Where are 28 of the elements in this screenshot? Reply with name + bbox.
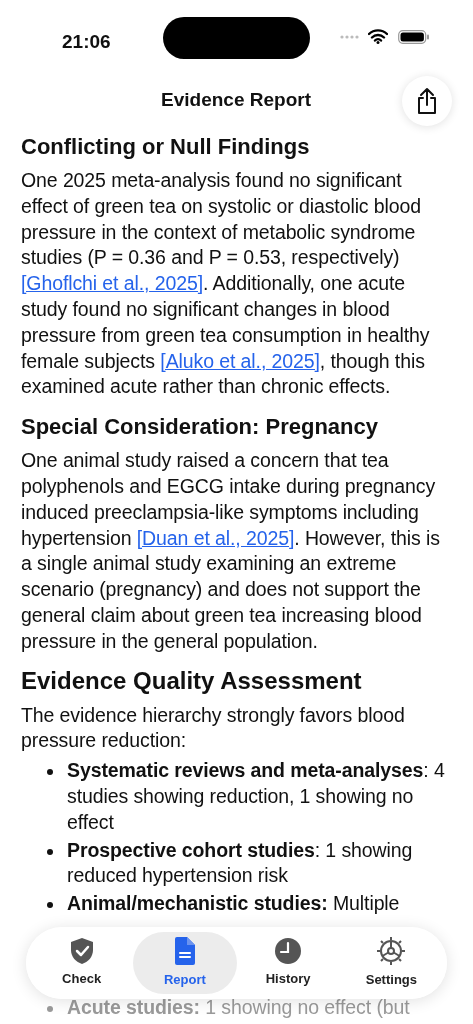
signal-dots-icon: [340, 34, 360, 40]
body-paragraph: One animal study raised a concern that tea polyphenols and EGCG intake during pregnancy induced preeclampsia-like symptoms including hypertension [Duan et al., 2025]. However, this is a single animal study examining an extreme scenario (pregnancy) and does not support the general claim about green tea increasing blood pressure in the general population.: [21, 448, 441, 654]
citation-link[interactable]: [Duan et al., 2025]: [136, 526, 295, 549]
tab-item[interactable]: Check: [30, 932, 134, 994]
citation-link[interactable]: [Ghoflchi et al., 2025]: [21, 272, 203, 295]
bullet-text: Acute studies: 1 showing no effect (but: [67, 995, 410, 1018]
battery-icon: [398, 30, 430, 44]
share-icon: [416, 87, 438, 115]
wifi-icon: [368, 29, 388, 44]
clock-icon: [274, 937, 303, 966]
nav-title: Evidence Report: [160, 88, 312, 112]
share-button[interactable]: [402, 76, 452, 126]
bullet-text: Systematic reviews and meta-analyses: 4 studies showing reduction, 1 showing no effect: [67, 759, 445, 833]
body-paragraph: One 2025 meta-analysis found no significant effect of green tea on systolic or diastolic blood pressure in the context of metabolic syndrome studies (P = 0.36 and P = 0.53, respectively) [Ghoflchi et al., 2025]. Additionally, one acute study found no significant changes in blood pressure from green tea consumption in healthy female subjects [Aluko et al., 2025], though this examined acute rather than chronic effects.: [21, 168, 431, 400]
bullet-text: Prospective cohort studies: 1 showing reduced hypertension risk: [67, 838, 413, 887]
status-time: 21:06: [62, 30, 111, 54]
tab-item[interactable]: Settings: [339, 932, 443, 994]
shield-check-icon: [68, 937, 95, 966]
bullet-text: Animal/mechanistic studies: Multiple: [67, 892, 400, 915]
tab-item[interactable]: Report: [133, 932, 237, 994]
tab-item[interactable]: History: [236, 932, 340, 994]
citation-link[interactable]: [Aluko et al., 2025]: [160, 349, 320, 372]
document-icon: [172, 936, 197, 967]
section-heading: Special Consideration: Pregnancy: [21, 413, 379, 442]
body-paragraph: The evidence hierarchy strongly favors blood pressure reduction:: [21, 702, 406, 754]
settings-icon: [376, 936, 407, 967]
section-heading: Evidence Quality Assessment: [21, 665, 363, 696]
section-heading: Conflicting or Null Findings: [21, 133, 311, 161]
